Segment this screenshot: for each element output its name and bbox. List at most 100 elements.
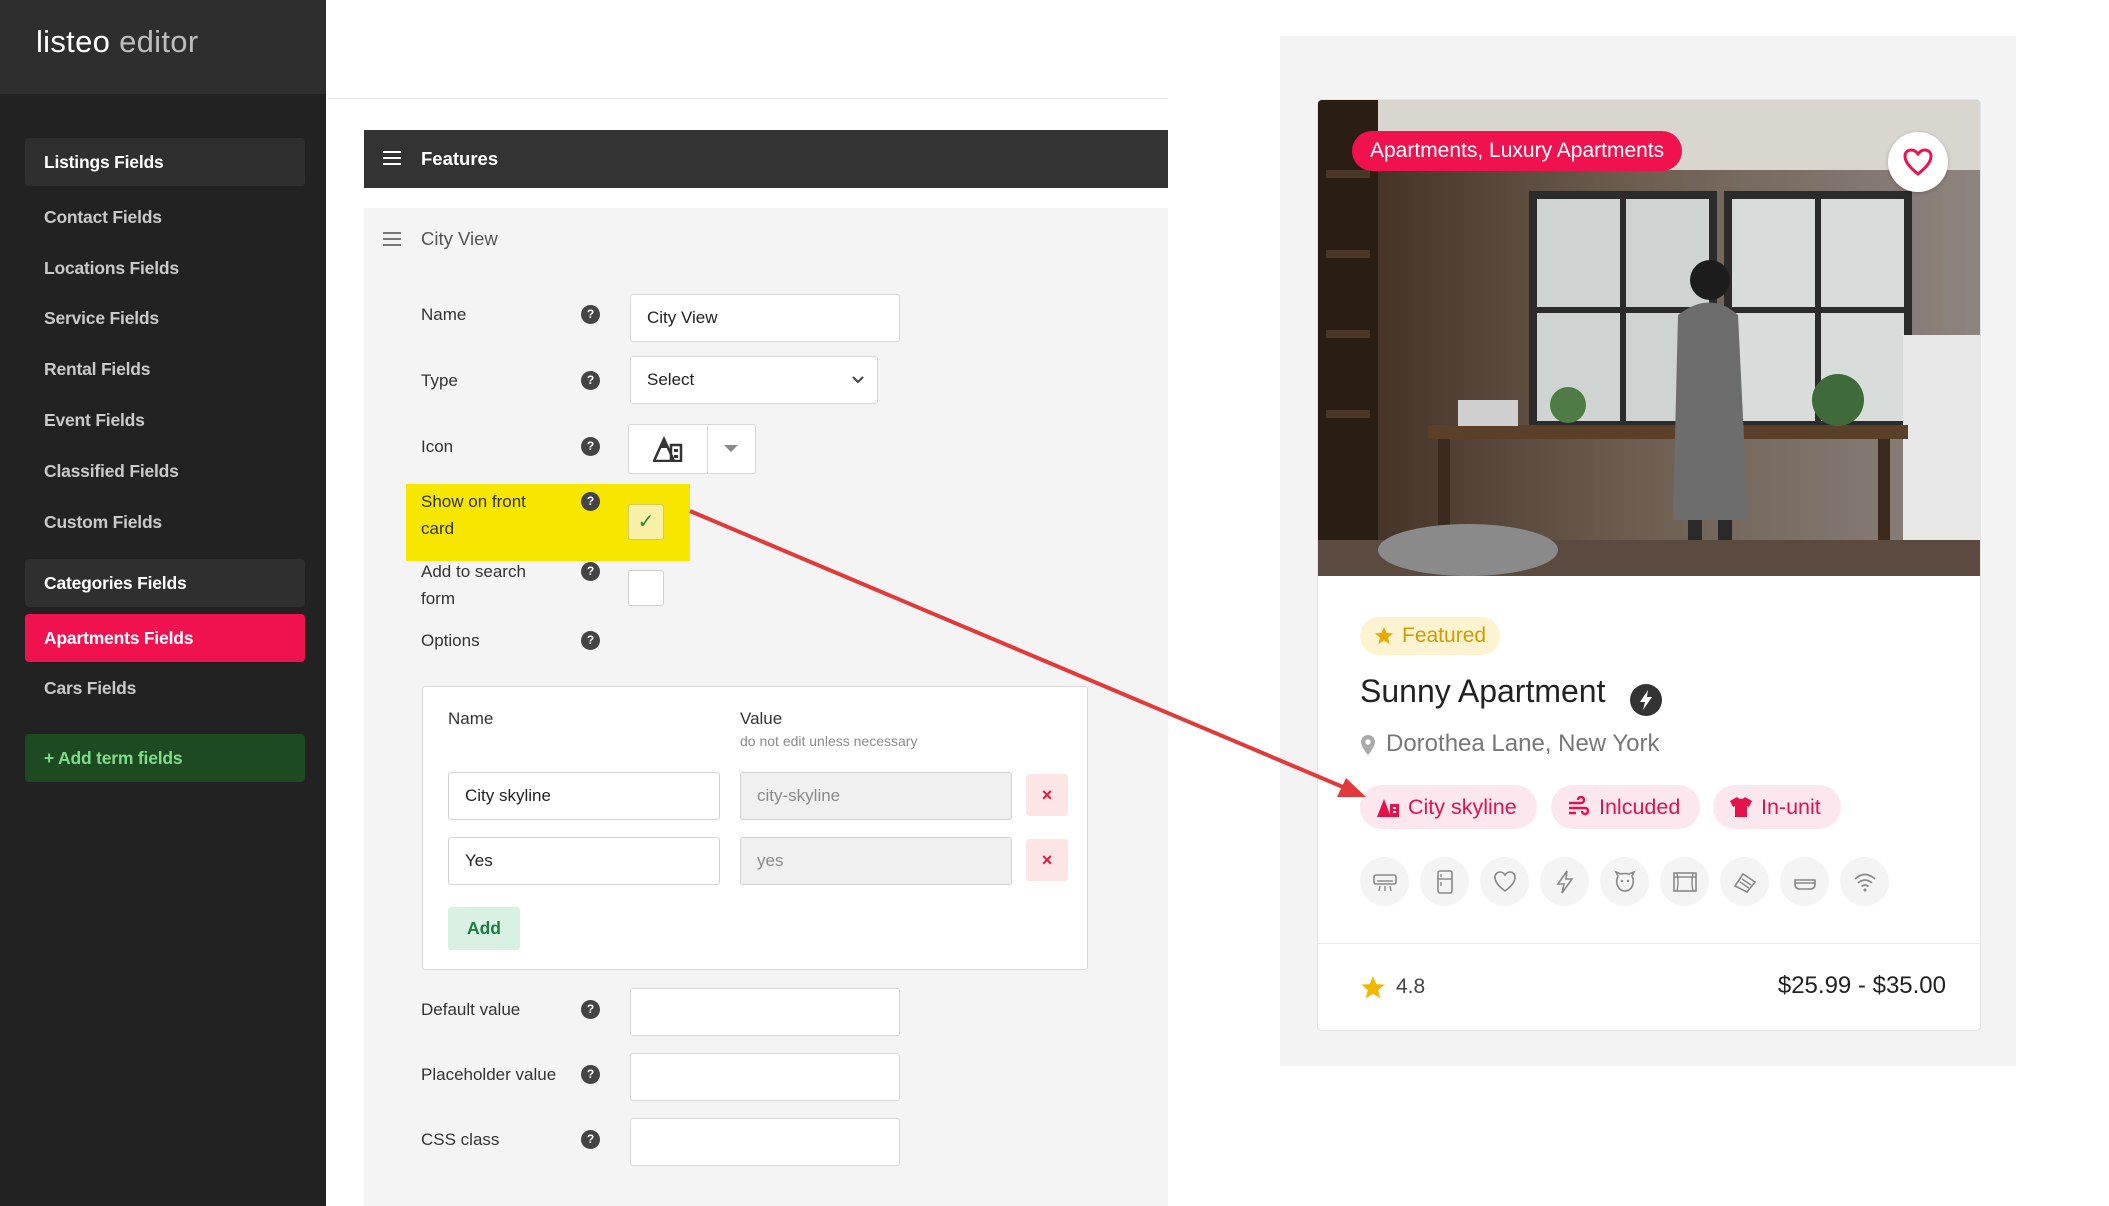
sidebar-item-categories-fields[interactable]: Categories Fields bbox=[25, 559, 305, 607]
sidebar-item-classified-fields[interactable]: Classified Fields bbox=[25, 447, 305, 495]
placeholder-value-input[interactable] bbox=[630, 1053, 900, 1101]
featured-label: Featured bbox=[1402, 624, 1487, 647]
icon-picker[interactable] bbox=[628, 424, 756, 474]
drag-handle-icon[interactable] bbox=[383, 151, 401, 169]
verified-bolt-icon bbox=[1630, 684, 1662, 716]
option-value-input[interactable]: city-skyline bbox=[740, 772, 1012, 820]
type-label: Type bbox=[421, 371, 458, 390]
field-editor-panel: City View Name ? City View Type ? Select… bbox=[364, 208, 1168, 1206]
location-text: Dorothea Lane, New York bbox=[1386, 730, 1660, 757]
help-icon[interactable]: ? bbox=[581, 371, 600, 390]
fridge-icon bbox=[1420, 857, 1469, 906]
check-icon: ✓ bbox=[637, 511, 655, 533]
heart-icon bbox=[1480, 857, 1529, 906]
top-divider bbox=[328, 98, 1168, 99]
options-col-value: Value bbox=[740, 709, 783, 728]
logo-brand: listeo bbox=[36, 24, 111, 59]
add-to-search-form-label-line1: Add to search bbox=[421, 562, 526, 581]
icon-picker-divider bbox=[707, 425, 708, 473]
listing-title[interactable]: Sunny Apartment bbox=[1360, 673, 1605, 710]
feature-tag: In-unit bbox=[1713, 785, 1841, 829]
help-icon[interactable]: ? bbox=[581, 1065, 600, 1084]
help-icon[interactable]: ? bbox=[581, 492, 600, 511]
category-badge[interactable]: Apartments, Luxury Apartments bbox=[1352, 131, 1683, 171]
listing-price: $25.99 - $35.00 bbox=[1777, 972, 1946, 999]
help-icon[interactable]: ? bbox=[581, 631, 600, 650]
listing-rating: 4.8 bbox=[1360, 975, 1425, 999]
air-conditioner-icon bbox=[1360, 857, 1409, 906]
option-name-input[interactable]: City skyline bbox=[448, 772, 720, 820]
sidebar-item-apartments-fields[interactable]: Apartments Fields bbox=[25, 614, 305, 662]
pet-icon bbox=[1600, 857, 1649, 906]
help-icon[interactable]: ? bbox=[581, 1130, 600, 1149]
star-icon bbox=[1361, 976, 1385, 999]
mountain-city-icon bbox=[1377, 799, 1399, 817]
feature-tag-label: In-unit bbox=[1761, 795, 1821, 819]
sidebar: listeo editor Listings Fields Contact Fi… bbox=[0, 0, 326, 1206]
logo-band: listeo editor bbox=[0, 0, 326, 94]
window-icon bbox=[1660, 857, 1709, 906]
listing-location: Dorothea Lane, New York bbox=[1360, 730, 1660, 758]
sidebar-item-service-fields[interactable]: Service Fields bbox=[25, 294, 305, 342]
feature-tag: City skyline bbox=[1360, 785, 1537, 829]
delete-option-button[interactable]: × bbox=[1026, 774, 1068, 816]
caret-down-icon[interactable] bbox=[724, 445, 738, 452]
show-on-front-card-label-line2: card bbox=[421, 519, 455, 538]
field-drag-handle-icon[interactable] bbox=[383, 232, 401, 250]
listing-photo bbox=[1318, 100, 1980, 576]
rating-value: 4.8 bbox=[1396, 975, 1426, 998]
sidebar-item-rental-fields[interactable]: Rental Fields bbox=[25, 345, 305, 393]
type-select[interactable]: Select bbox=[630, 356, 878, 404]
help-icon[interactable]: ? bbox=[581, 562, 600, 581]
bathtub-icon bbox=[1780, 857, 1829, 906]
wind-icon bbox=[1569, 796, 1589, 816]
bookmark-button[interactable] bbox=[1888, 132, 1948, 192]
css-class-input[interactable] bbox=[630, 1118, 900, 1166]
section-title: Features bbox=[421, 148, 499, 169]
add-option-button[interactable]: Add bbox=[448, 907, 520, 950]
section-header-features[interactable]: Features bbox=[364, 130, 1168, 188]
add-to-search-form-label: Add to search form bbox=[421, 558, 526, 612]
star-icon bbox=[1375, 627, 1393, 644]
feature-tag-label: Inlcuded bbox=[1599, 795, 1681, 819]
options-col-value-hint: do not edit unless necessary bbox=[740, 733, 918, 749]
default-value-input[interactable] bbox=[630, 988, 900, 1036]
add-to-search-form-checkbox[interactable] bbox=[628, 570, 664, 606]
sidebar-item-contact-fields[interactable]: Contact Fields bbox=[25, 193, 305, 241]
option-value-input[interactable]: yes bbox=[740, 837, 1012, 885]
icon-label: Icon bbox=[421, 437, 454, 456]
add-term-fields-button[interactable]: + Add term fields bbox=[25, 734, 305, 782]
show-on-front-card-label: Show on front card bbox=[421, 488, 526, 542]
heart-icon bbox=[1903, 148, 1933, 176]
help-icon[interactable]: ? bbox=[581, 305, 600, 324]
default-value-label: Default value bbox=[421, 1000, 521, 1019]
name-label: Name bbox=[421, 305, 467, 324]
chevron-down-icon bbox=[851, 357, 865, 422]
help-icon[interactable]: ? bbox=[581, 437, 600, 456]
sidebar-item-locations-fields[interactable]: Locations Fields bbox=[25, 244, 305, 292]
css-class-label: CSS class bbox=[421, 1130, 500, 1149]
type-select-value: Select bbox=[647, 370, 695, 389]
show-on-front-card-checkbox[interactable]: ✓ bbox=[628, 504, 664, 540]
sidebar-item-listings-fields[interactable]: Listings Fields bbox=[25, 138, 305, 186]
option-name-input[interactable]: Yes bbox=[448, 837, 720, 885]
map-pin-icon bbox=[1361, 735, 1375, 755]
sidebar-item-event-fields[interactable]: Event Fields bbox=[25, 396, 305, 444]
mountain-city-icon bbox=[652, 435, 685, 467]
listing-card-preview[interactable]: Apartments, Luxury Apartments Featured S… bbox=[1317, 99, 1981, 1031]
sidebar-item-custom-fields[interactable]: Custom Fields bbox=[25, 498, 305, 546]
shirt-icon bbox=[1730, 797, 1752, 817]
field-title[interactable]: City View bbox=[421, 228, 498, 250]
options-label: Options bbox=[421, 631, 480, 650]
delete-option-button[interactable]: × bbox=[1026, 839, 1068, 881]
feature-tag: Inlcuded bbox=[1551, 785, 1701, 829]
app-logo[interactable]: listeo editor bbox=[36, 24, 198, 60]
iron-icon bbox=[1720, 857, 1769, 906]
wifi-icon bbox=[1840, 857, 1889, 906]
feature-tag-label: City skyline bbox=[1408, 795, 1517, 819]
options-table: Name Value do not edit unless necessary … bbox=[422, 686, 1088, 970]
help-icon[interactable]: ? bbox=[581, 1000, 600, 1019]
options-col-name: Name bbox=[448, 709, 494, 728]
sidebar-item-cars-fields[interactable]: Cars Fields bbox=[25, 664, 305, 712]
name-input[interactable]: City View bbox=[630, 294, 900, 342]
